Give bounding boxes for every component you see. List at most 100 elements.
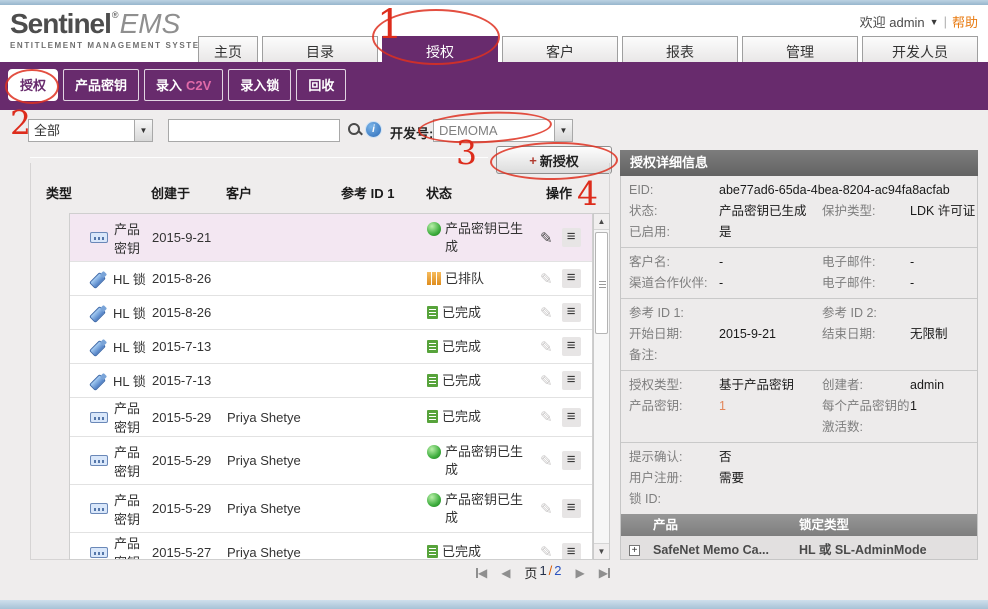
detail-label [822, 222, 910, 243]
detail-label [822, 345, 910, 366]
vertical-scrollbar[interactable]: ▲ ▼ [593, 213, 610, 560]
page-indicator: 页 1 / 2 [524, 563, 561, 582]
table-row[interactable]: 产品密钥 2015-5-29 Priya Shetye 产品密钥已生成 ✎ ≡ [70, 485, 592, 533]
status-icon [427, 493, 441, 507]
search-icon[interactable] [347, 122, 363, 138]
actions-menu-icon[interactable]: ≡ [562, 543, 581, 561]
detail-value: - [910, 252, 969, 273]
welcome-user-label[interactable]: 欢迎 admin [860, 12, 925, 31]
actions-menu-icon[interactable]: ≡ [562, 499, 581, 518]
detail-value: - [719, 252, 822, 273]
details-title: 授权详细信息 [620, 150, 978, 176]
table-row[interactable]: HL 锁 2015-8-26 已完成 ✎ ≡ [70, 296, 592, 330]
subtab-revoke[interactable]: 回收 [296, 69, 346, 101]
edit-icon[interactable]: ✎ [540, 338, 553, 356]
detail-value: 需要 [719, 468, 822, 489]
detail-label: 已启用: [629, 222, 719, 243]
detail-value [910, 447, 969, 468]
header: Sentinel ® EMS ENTITLEMENT MANAGEMENT SY… [0, 5, 988, 62]
table-row[interactable]: HL 锁 2015-7-13 已完成 ✎ ≡ [70, 364, 592, 398]
type-icon [90, 372, 107, 389]
edit-icon[interactable]: ✎ [540, 372, 553, 390]
entitlement-details-panel: 授权详细信息 EID:abe77ad6-65da-4bea-8204-ac94f… [620, 150, 978, 560]
type-label: HL 锁 [113, 371, 146, 390]
subtab-checkin-lock[interactable]: 录入锁 [228, 69, 291, 101]
chevron-down-icon[interactable]: ▼ [554, 120, 572, 141]
status-icon [427, 222, 441, 236]
actions-menu-icon[interactable]: ≡ [562, 408, 581, 427]
detail-label: 提示确认: [629, 447, 719, 468]
table-row[interactable]: 产品密钥 2015-5-29 Priya Shetye 已完成 ✎ ≡ [70, 398, 592, 437]
detail-value: - [719, 273, 822, 294]
customer-name: Priya Shetye [227, 453, 342, 468]
status-icon [427, 410, 438, 423]
detail-label: 备注: [629, 345, 719, 366]
detail-label: 保护类型: [822, 201, 910, 222]
chevron-down-icon[interactable]: ▼ [134, 120, 152, 141]
detail-value: - [910, 273, 969, 294]
subtab-entitlements[interactable]: 授权 [8, 69, 58, 101]
created-date: 2015-8-26 [152, 305, 227, 320]
help-link[interactable]: 帮助 [952, 12, 978, 31]
next-page-button[interactable]: ▶ [576, 566, 585, 580]
edit-icon[interactable]: ✎ [540, 304, 553, 322]
subtab-checkin-c2v[interactable]: 录入C2V [144, 69, 223, 101]
subtab-product-keys[interactable]: 产品密钥 [63, 69, 139, 101]
table-row[interactable]: 产品密钥 2015-5-27 Priya Shetye 已完成 ✎ ≡ [70, 533, 592, 560]
col-type: 类型 [46, 183, 72, 202]
detail-label: 电子邮件: [822, 273, 910, 294]
table-row[interactable]: 产品密钥 2015-9-21 产品密钥已生成 ✎ ≡ [70, 214, 592, 262]
created-date: 2015-9-21 [152, 230, 227, 245]
edit-icon[interactable]: ✎ [540, 408, 553, 426]
detail-value: 1 [719, 396, 822, 438]
status-label: 已完成 [442, 338, 481, 356]
chevron-down-icon[interactable]: ▼ [930, 17, 939, 27]
detail-value: 基于产品密钥 [719, 375, 822, 396]
edit-icon[interactable]: ✎ [540, 229, 553, 247]
developer-dropdown[interactable]: DEMOMA ▼ [433, 119, 573, 142]
detail-value [719, 303, 822, 324]
scroll-down-icon[interactable]: ▼ [594, 543, 609, 559]
detail-label: 产品密钥: [629, 396, 719, 438]
edit-icon[interactable]: ✎ [540, 452, 553, 470]
logo-tagline: ENTITLEMENT MANAGEMENT SYSTEM [10, 41, 208, 50]
created-date: 2015-7-13 [152, 373, 227, 388]
col-created: 创建于 [151, 183, 190, 202]
detail-value: abe77ad6-65da-4bea-8204-ac94fa8acfab [719, 180, 969, 201]
table-row[interactable]: HL 锁 2015-7-13 已完成 ✎ ≡ [70, 330, 592, 364]
type-filter-dropdown[interactable]: 全部 ▼ [28, 119, 153, 142]
status-icon [427, 545, 438, 558]
product-row[interactable]: + SafeNet Memo Ca... HL 或 SL-AdminMode [621, 536, 977, 560]
current-page: 1 [539, 563, 546, 582]
edit-icon[interactable]: ✎ [540, 270, 553, 288]
expand-icon[interactable]: + [629, 545, 640, 556]
table-row[interactable]: 产品密钥 2015-5-29 Priya Shetye 产品密钥已生成 ✎ ≡ [70, 437, 592, 485]
total-pages: 2 [554, 563, 561, 582]
actions-menu-icon[interactable]: ≡ [562, 451, 581, 470]
actions-menu-icon[interactable]: ≡ [562, 371, 581, 390]
actions-menu-icon[interactable]: ≡ [562, 303, 581, 322]
col-status: 状态 [426, 183, 452, 202]
scrollbar-thumb[interactable] [595, 232, 608, 334]
type-filter-value: 全部 [29, 120, 134, 141]
edit-icon[interactable]: ✎ [540, 543, 553, 560]
type-label: HL 锁 [113, 337, 146, 356]
info-icon[interactable]: i [366, 122, 381, 137]
actions-menu-icon[interactable]: ≡ [562, 269, 581, 288]
scroll-up-icon[interactable]: ▲ [594, 214, 609, 230]
table-row[interactable]: HL 锁 2015-8-26 已排队 ✎ ≡ [70, 262, 592, 296]
product-lock-type: HL 或 SL-AdminMode [799, 542, 969, 559]
status-label: 产品密钥已生成 [445, 491, 531, 527]
first-page-button[interactable]: ◀ [476, 566, 487, 580]
edit-icon[interactable]: ✎ [540, 500, 553, 518]
search-input[interactable] [168, 119, 340, 142]
last-page-button[interactable]: ▶ [599, 566, 610, 580]
prev-page-button[interactable]: ◀ [501, 566, 510, 580]
actions-menu-icon[interactable]: ≡ [562, 337, 581, 356]
detail-value [910, 489, 969, 510]
type-label: HL 锁 [113, 303, 146, 322]
actions-menu-icon[interactable]: ≡ [562, 228, 581, 247]
created-date: 2015-5-29 [152, 501, 227, 516]
type-label: 产品密钥 [114, 398, 152, 436]
detail-label: 创建者: [822, 375, 910, 396]
